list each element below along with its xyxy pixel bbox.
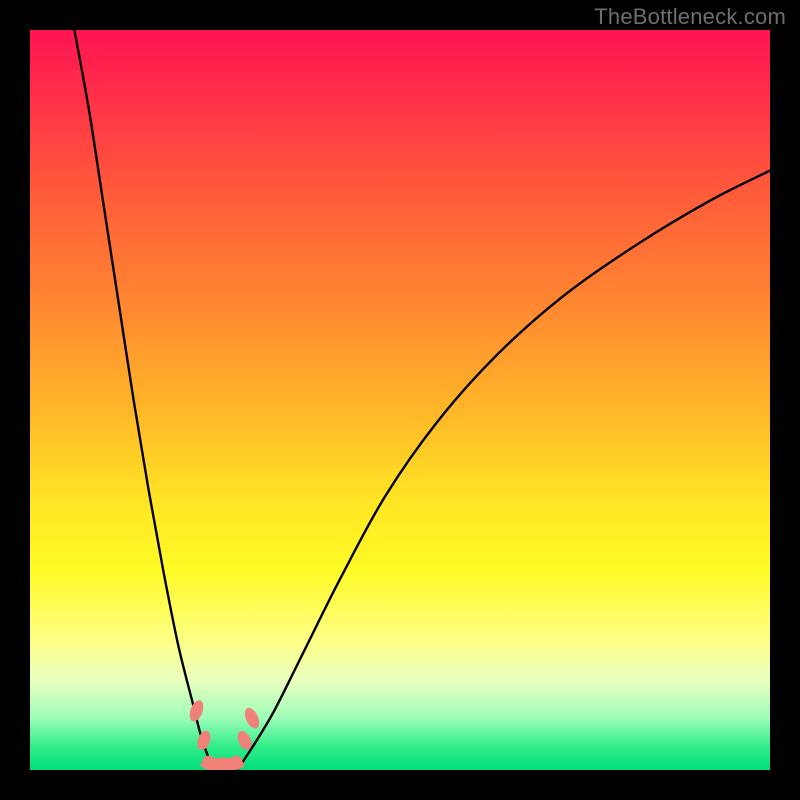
left-blob-upper <box>187 698 206 723</box>
right-blob-upper <box>242 706 262 731</box>
curve-left-branch <box>74 30 215 770</box>
chart-frame: TheBottleneck.com <box>0 0 800 800</box>
bottom-blob <box>230 756 242 768</box>
left-blob-lower <box>195 729 213 752</box>
curve-right-branch <box>237 171 770 770</box>
plot-area <box>30 30 770 770</box>
curve-layer <box>30 30 770 770</box>
blob-layer <box>187 698 262 770</box>
watermark-text: TheBottleneck.com <box>594 4 786 30</box>
